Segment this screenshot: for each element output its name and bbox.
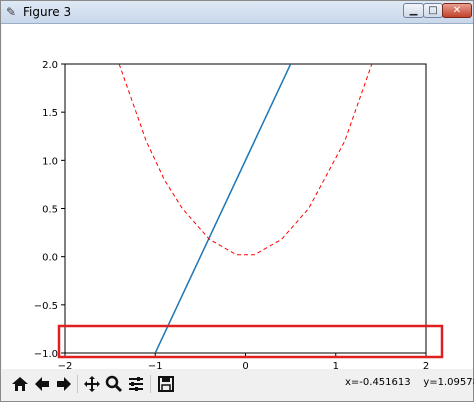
y-tick-label: −1.0 xyxy=(34,349,58,360)
home-button[interactable] xyxy=(9,373,30,395)
minimize-button[interactable]: ▁ xyxy=(403,3,424,18)
back-button[interactable] xyxy=(31,373,52,395)
highlight-box xyxy=(57,324,444,359)
forward-arrow-icon xyxy=(56,377,71,391)
subplots-button[interactable] xyxy=(125,373,146,395)
x-tick-label: −1 xyxy=(148,361,163,369)
y-tick-label: 1.5 xyxy=(42,108,58,119)
cursor-coordinates: x=-0.451613 y=1.09578 xyxy=(345,377,474,388)
x-tick-label: 1 xyxy=(333,361,339,369)
zoom-button[interactable] xyxy=(103,373,124,395)
save-button[interactable] xyxy=(155,373,176,395)
y-tick-label: 0.0 xyxy=(42,253,58,264)
subplots-icon xyxy=(128,377,143,391)
pan-button[interactable] xyxy=(81,373,102,395)
y-tick-label: 0.5 xyxy=(42,205,58,216)
x-ticks: −2 −1 0 1 2 xyxy=(58,353,429,369)
solid-series-line xyxy=(154,64,292,353)
close-button[interactable]: ✕ xyxy=(442,3,472,18)
toolbar-separator xyxy=(77,375,78,393)
zoom-icon xyxy=(105,375,122,393)
feather-icon: ✎ xyxy=(6,5,17,19)
pan-icon xyxy=(83,376,100,392)
x-tick-label: 0 xyxy=(242,361,248,369)
plot-area[interactable]: −2 −1 0 1 2 2.0 1.5 1.0 0.5 0.0 −0.5 −1.0 xyxy=(2,24,473,369)
x-tick-label: −2 xyxy=(58,361,73,369)
back-arrow-icon xyxy=(34,377,49,391)
figure-window: ✎ Figure 3 ▁ □ ✕ −2 −1 0 1 2 2.0 1.5 1.0 0.5 0.0… xyxy=(0,0,474,402)
window-title: Figure 3 xyxy=(23,5,72,19)
x-tick-label: 2 xyxy=(423,361,429,369)
axes-frame xyxy=(64,63,427,354)
title-bar: ✎ Figure 3 ▁ □ ✕ xyxy=(1,1,473,24)
y-ticks: 2.0 1.5 1.0 0.5 0.0 −0.5 −1.0 xyxy=(34,60,65,360)
figure-canvas[interactable]: −2 −1 0 1 2 2.0 1.5 1.0 0.5 0.0 −0.5 −1.0 xyxy=(2,24,473,369)
y-tick-label: 2.0 xyxy=(42,60,58,71)
y-tick-label: −0.5 xyxy=(34,301,58,312)
maximize-button[interactable]: □ xyxy=(423,3,443,18)
toolbar-separator xyxy=(150,375,151,393)
y-tick-label: 1.0 xyxy=(42,156,58,167)
forward-button[interactable] xyxy=(53,373,74,395)
home-icon xyxy=(11,377,28,391)
save-icon xyxy=(157,376,174,392)
